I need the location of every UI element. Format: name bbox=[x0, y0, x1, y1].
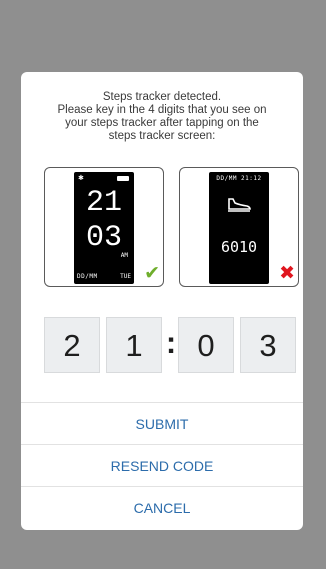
cancel-button[interactable]: CANCEL bbox=[21, 486, 303, 528]
clock-hour: 21 bbox=[85, 186, 122, 220]
cross-icon: ✖ bbox=[279, 262, 295, 284]
shoe-icon bbox=[228, 198, 251, 212]
verification-dialog: Steps tracker detected. Please key in th… bbox=[21, 72, 303, 530]
code-digit-1[interactable]: 2 bbox=[44, 317, 100, 373]
check-icon: ✔ bbox=[144, 262, 160, 284]
clock-ampm: AM bbox=[120, 252, 128, 259]
message-line: Please key in the 4 digits that you see … bbox=[57, 104, 267, 116]
tracker-clock-screen: ✱ 21 03 AM DD/MM TUE bbox=[74, 172, 134, 284]
code-separator: : bbox=[165, 325, 177, 360]
instructions-text: Steps tracker detected. Please key in th… bbox=[31, 91, 293, 143]
message-line: your steps tracker after tapping on the bbox=[65, 117, 259, 129]
code-digit-3[interactable]: 0 bbox=[178, 317, 234, 373]
clock-date: DD/MM bbox=[77, 273, 98, 280]
correct-example-card: ✱ 21 03 AM DD/MM TUE ✔ bbox=[44, 167, 164, 287]
clock-day: TUE bbox=[120, 273, 131, 280]
resend-code-button[interactable]: RESEND CODE bbox=[21, 444, 303, 486]
message-line: steps tracker screen: bbox=[108, 130, 216, 142]
step-count: 6010 bbox=[220, 238, 258, 256]
code-digit-2[interactable]: 1 bbox=[106, 317, 162, 373]
submit-button[interactable]: SUBMIT bbox=[21, 402, 303, 444]
code-input-group: 2 1 : 0 3 bbox=[44, 317, 296, 373]
message-line: Steps tracker detected. bbox=[102, 91, 222, 103]
code-digit-4[interactable]: 3 bbox=[240, 317, 296, 373]
battery-icon bbox=[117, 176, 129, 181]
bluetooth-icon: ✱ bbox=[78, 174, 84, 182]
steps-screen-header: DD/MM 21:12 bbox=[216, 175, 262, 182]
wrong-example-card: DD/MM 21:12 6010 ✖ bbox=[179, 167, 299, 287]
tracker-steps-screen: DD/MM 21:12 6010 bbox=[209, 172, 269, 284]
clock-minute: 03 bbox=[85, 221, 122, 255]
